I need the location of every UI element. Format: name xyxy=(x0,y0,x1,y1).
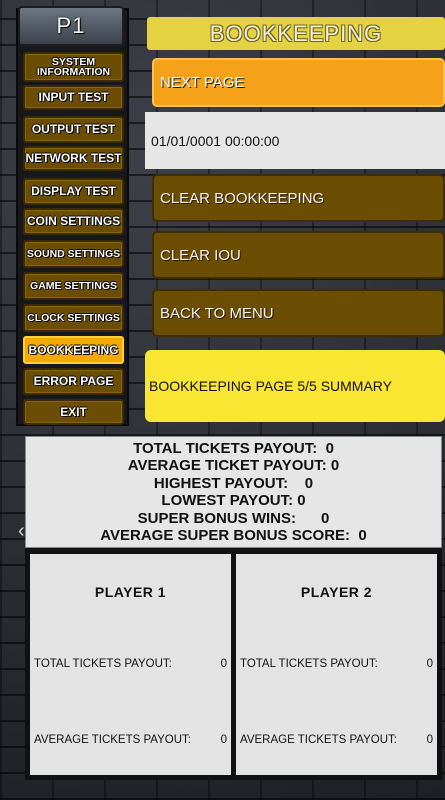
player-1-title: PLAYER 1 xyxy=(94,584,167,600)
stat-lowest-payout: LOWEST PAYOUT: 0 xyxy=(161,492,306,509)
total-tickets-value: 0 xyxy=(426,658,433,670)
sidebar-item-input-test[interactable]: INPUT TEST xyxy=(23,85,124,110)
average-tickets-value: 0 xyxy=(426,734,433,746)
back-to-menu-button[interactable]: BACK TO MENU xyxy=(152,289,445,337)
sidebar-item-bookkeeping[interactable]: BOOKKEEPING xyxy=(23,336,124,364)
sidebar-item-sound-settings[interactable]: SOUND SETTINGS xyxy=(23,240,124,268)
player-2-panel: PLAYER 2 TOTAL TICKETS PAYOUT: 0 AVERAGE… xyxy=(236,554,437,775)
stat-highest-payout: HIGHEST PAYOUT: 0 xyxy=(153,474,314,492)
player-tab[interactable]: P1 xyxy=(18,6,124,46)
next-page-button[interactable]: NEXT PAGE xyxy=(152,58,445,107)
sidebar-item-network-test[interactable]: NETWORK TEST xyxy=(23,146,124,171)
total-tickets-value: 0 xyxy=(220,658,227,670)
stats-panel: TOTAL TICKETS PAYOUT: 0 AVERAGE TICKET P… xyxy=(25,436,442,548)
datetime-display: 01/01/0001 00:00:00 xyxy=(145,112,445,169)
stat-total-tickets-payout: TOTAL TICKETS PAYOUT: 0 xyxy=(133,439,334,457)
sidebar-item-exit[interactable]: EXIT xyxy=(23,399,124,425)
player-2-title: PLAYER 2 xyxy=(300,584,373,600)
sidebar-item-display-test[interactable]: DISPLAY TEST xyxy=(23,178,124,205)
clear-iou-button[interactable]: CLEAR IOU xyxy=(152,231,445,279)
player-1-total-row: TOTAL TICKETS PAYOUT: 0 xyxy=(34,658,227,670)
stat-average-super-bonus-score: AVERAGE SUPER BONUS SCORE: 0 xyxy=(100,527,367,544)
average-tickets-value: 0 xyxy=(220,734,227,746)
total-tickets-label: TOTAL TICKETS PAYOUT: xyxy=(34,658,172,670)
page-title: BOOKKEEPING xyxy=(147,17,445,50)
player-1-panel: PLAYER 1 TOTAL TICKETS PAYOUT: 0 AVERAGE… xyxy=(30,554,231,775)
page-summary-banner: BOOKKEEPING PAGE 5/5 SUMMARY xyxy=(145,350,445,422)
stat-super-bonus-wins: SUPER BONUS WINS: 0 xyxy=(137,509,330,527)
sidebar-item-output-test[interactable]: OUTPUT TEST xyxy=(23,116,124,143)
average-tickets-label: AVERAGE TICKETS PAYOUT: xyxy=(240,734,397,746)
average-tickets-label: AVERAGE TICKETS PAYOUT: xyxy=(34,734,191,746)
player-2-average-row: AVERAGE TICKETS PAYOUT: 0 xyxy=(240,734,433,746)
total-tickets-label: TOTAL TICKETS PAYOUT: xyxy=(240,658,378,670)
stat-average-ticket-payout: AVERAGE TICKET PAYOUT: 0 xyxy=(127,457,340,474)
player-2-total-row: TOTAL TICKETS PAYOUT: 0 xyxy=(240,658,433,670)
sidebar-item-system-information[interactable]: SYSTEM INFORMATION xyxy=(23,52,124,82)
sidebar-item-game-settings[interactable]: GAME SETTINGS xyxy=(23,272,124,300)
sidebar-item-coin-settings[interactable]: COIN SETTINGS xyxy=(23,208,124,235)
sidebar-item-clock-settings[interactable]: CLOCK SETTINGS xyxy=(23,304,124,332)
player-1-average-row: AVERAGE TICKETS PAYOUT: 0 xyxy=(34,734,227,746)
clear-bookkeeping-button[interactable]: CLEAR BOOKKEEPING xyxy=(152,174,445,222)
sidebar-item-error-page[interactable]: ERROR PAGE xyxy=(23,368,124,395)
